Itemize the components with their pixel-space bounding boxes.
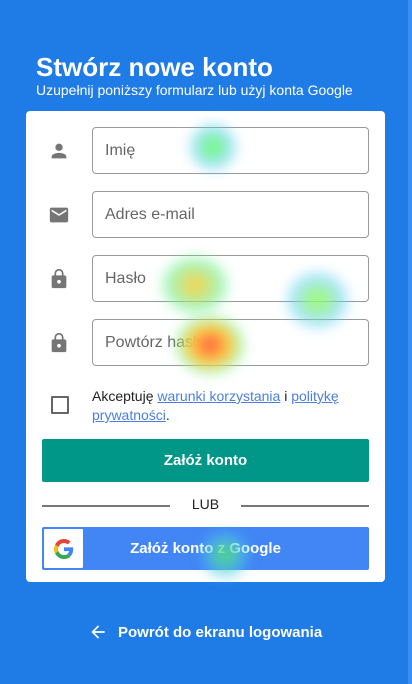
terms-text: Akceptuję warunki korzystania i politykę… bbox=[92, 387, 372, 425]
password-row bbox=[26, 255, 385, 302]
page-subtitle: Uzupełnij poniższy formularz lub użyj ko… bbox=[36, 82, 353, 98]
first-name-row bbox=[26, 127, 385, 174]
terms-checkbox[interactable] bbox=[51, 396, 69, 414]
back-to-login-link[interactable]: Powrót do ekranu logowania bbox=[88, 622, 322, 642]
password-input[interactable] bbox=[92, 255, 369, 302]
person-icon bbox=[51, 143, 67, 159]
arrow-left-icon bbox=[91, 625, 105, 639]
email-icon bbox=[49, 207, 69, 223]
divider-label: LUB bbox=[191, 496, 220, 512]
page-title: Stwórz nowe konto bbox=[36, 52, 273, 82]
terms-middle: i bbox=[280, 388, 292, 404]
lock-icon bbox=[51, 268, 67, 289]
lock-icon bbox=[51, 332, 67, 353]
repeat-password-row bbox=[26, 319, 385, 366]
signup-card: Akceptuję warunki korzystania i politykę… bbox=[26, 111, 385, 582]
email-row bbox=[26, 191, 385, 238]
create-account-button[interactable]: Załóż konto bbox=[42, 439, 369, 482]
back-to-login-label: Powrót do ekranu logowania bbox=[118, 623, 323, 641]
divider-line bbox=[241, 505, 369, 507]
terms-prefix: Akceptuję bbox=[92, 388, 158, 404]
first-name-input[interactable] bbox=[92, 127, 369, 174]
google-signup-label: Załóż konto z Google bbox=[130, 540, 281, 557]
terms-link[interactable]: warunki korzystania bbox=[157, 388, 280, 404]
or-divider: LUB bbox=[42, 496, 369, 514]
google-signup-button[interactable]: Załóż konto z Google bbox=[42, 527, 369, 570]
email-input[interactable] bbox=[92, 191, 369, 238]
terms-suffix: . bbox=[165, 407, 170, 423]
repeat-password-input[interactable] bbox=[92, 319, 369, 366]
window-edge bbox=[408, 0, 412, 684]
google-logo-icon bbox=[44, 529, 83, 568]
